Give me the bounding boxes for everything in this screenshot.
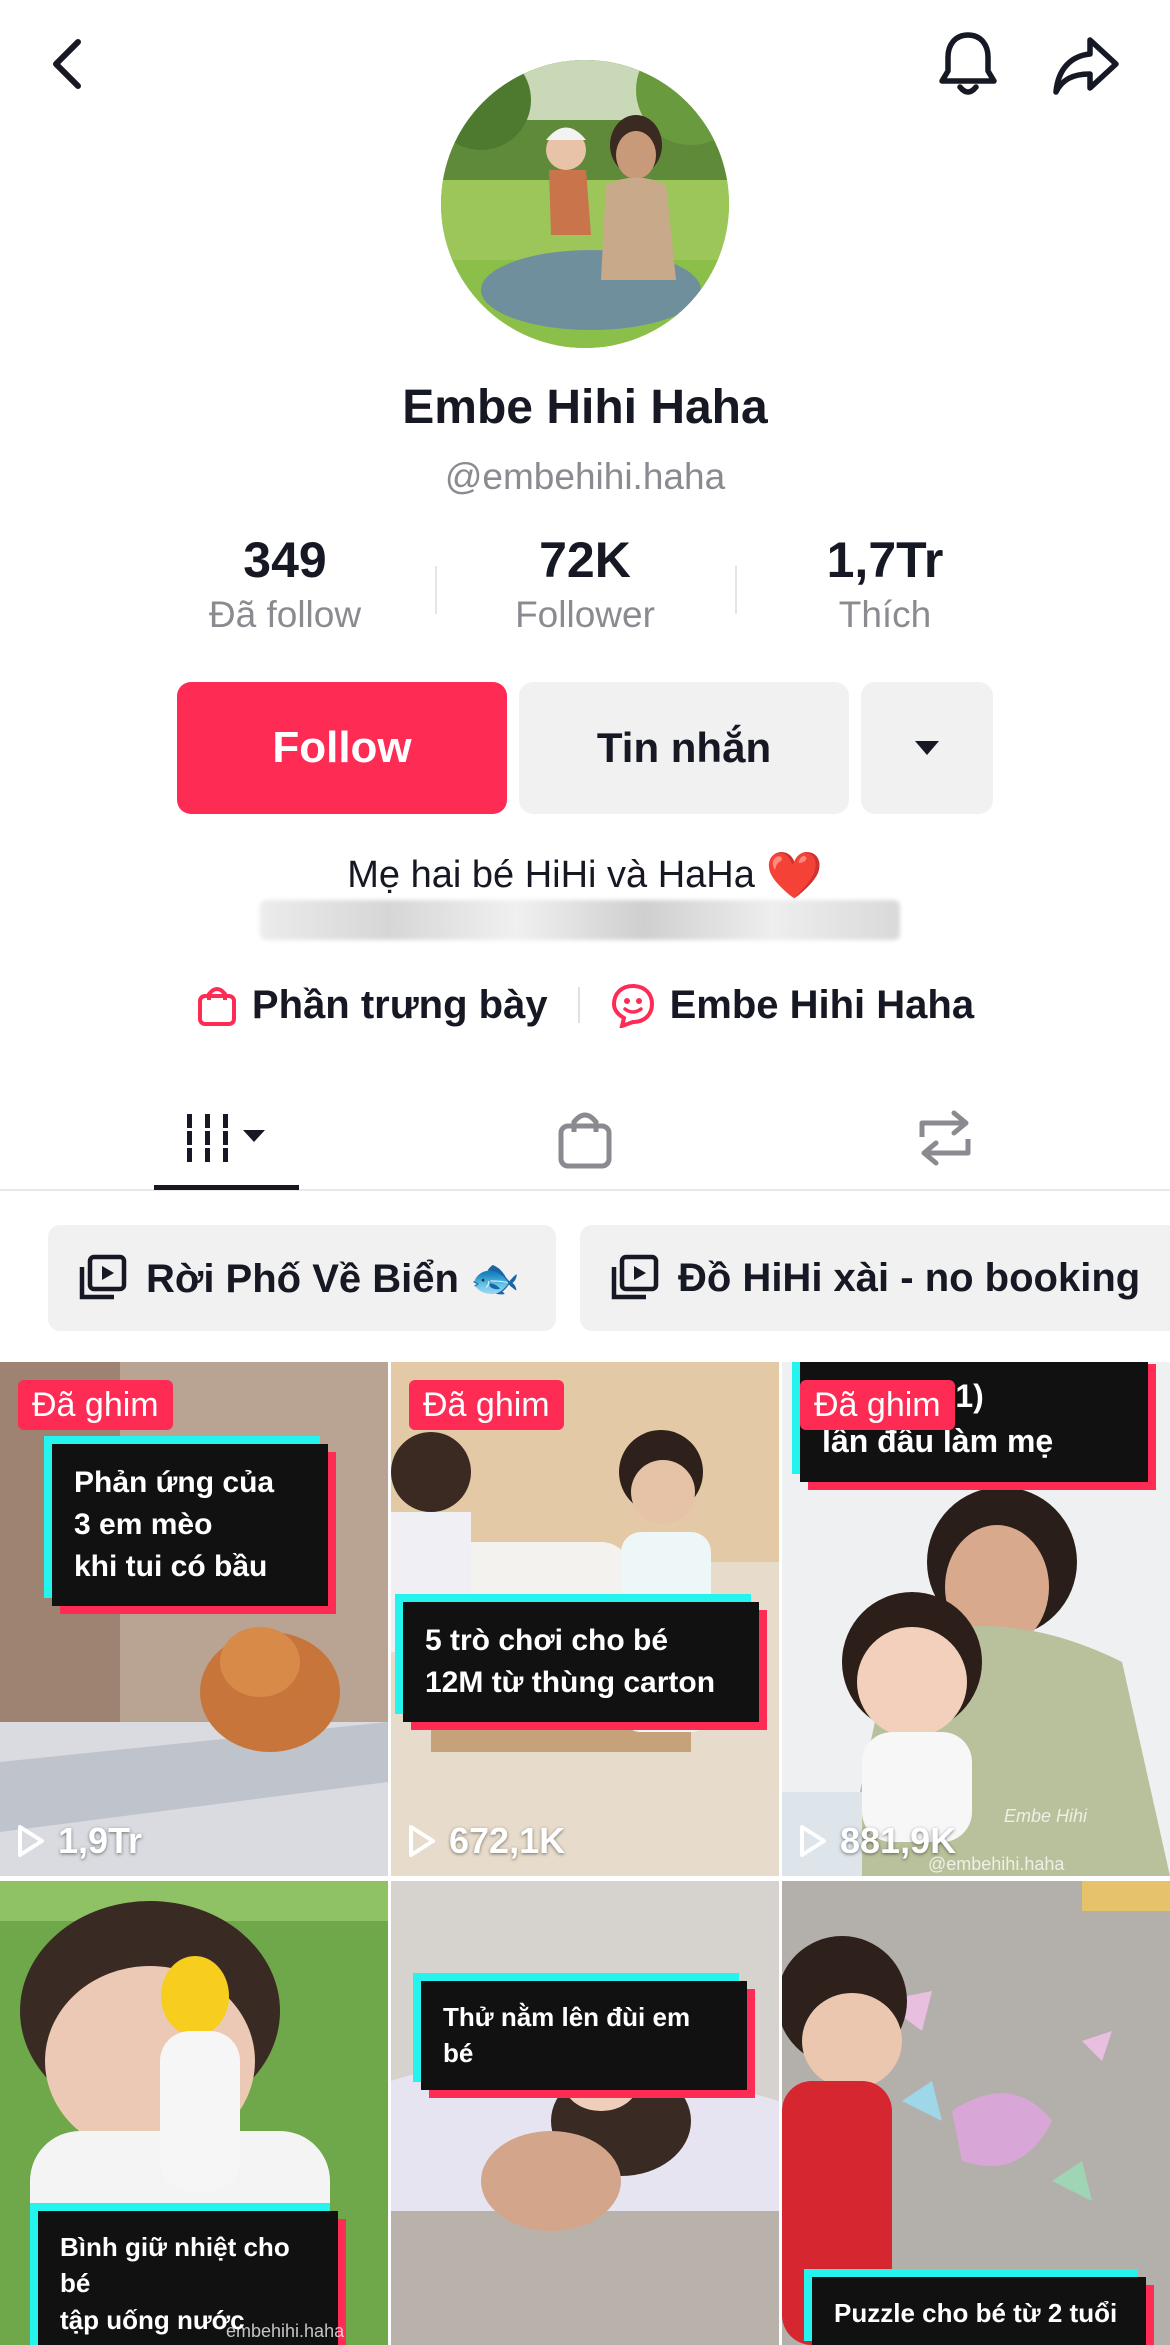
showcase-label: Phần trưng bày — [251, 982, 548, 1027]
profile-avatar[interactable] — [441, 60, 729, 348]
playlist-label: Đồ HiHi xài - no booking — [678, 1255, 1141, 1300]
link-divider — [577, 987, 580, 1023]
bio: Mẹ hai bé HiHi và HaHa ❤️ — [0, 848, 1170, 903]
username: @embehihi.haha — [444, 456, 726, 497]
video-thumbnail[interactable]: Bình giữ nhiệt cho bé tập uống nước embe… — [0, 1881, 388, 2345]
view-count-text: 881,9K — [840, 1820, 957, 1861]
thumbnail-image — [782, 1881, 1170, 2345]
profile-actions: Follow Tin nhắn — [177, 682, 993, 814]
stat-value: 72K — [539, 532, 631, 588]
display-name: Embe Hihi Haha — [402, 381, 768, 434]
play-icon — [800, 1825, 826, 1857]
video-caption: Phản ứng của 3 em mèo khi tui có bầu — [52, 1444, 328, 1606]
message-button[interactable]: Tin nhắn — [519, 682, 849, 814]
stat-label: Đã follow — [208, 594, 362, 635]
bio-text: Mẹ hai bé HiHi và HaHa — [347, 854, 755, 896]
profile-links: Phần trưng bày Embe Hihi Haha — [0, 970, 1170, 1040]
video-watermark: embehihi.haha — [226, 2321, 345, 2341]
playlist-row[interactable]: Rời Phố Về Biển 🐟 Đồ HiHi xài - no booki… — [48, 1225, 1170, 1331]
video-caption: Puzzle cho bé từ 2 tuổi — [812, 2277, 1146, 2345]
stat-value: 1,7Tr — [826, 532, 944, 588]
tab-shop[interactable] — [520, 1085, 650, 1191]
video-thumbnail[interactable]: 5 trò chơi cho bé 12M từ thùng carton Đã… — [391, 1362, 779, 1876]
stat-following[interactable]: 349 Đã follow — [135, 530, 435, 650]
follow-button[interactable]: Follow — [177, 682, 507, 814]
playlist-chip[interactable]: Đồ HiHi xài - no booking — [580, 1225, 1170, 1331]
stat-label: Follower — [515, 594, 655, 635]
more-suggestions-button[interactable] — [861, 682, 993, 814]
back-button[interactable] — [30, 28, 102, 100]
video-caption: 5 trò chơi cho bé 12M từ thùng carton — [403, 1602, 759, 1722]
active-tab-indicator — [154, 1185, 299, 1190]
view-count: 881,9K — [798, 1820, 956, 1862]
video-thumbnail[interactable]: Phản ứng của 3 em mèo khi tui có bầu Đã … — [0, 1362, 388, 1876]
thumbnail-image — [0, 1362, 388, 1876]
bio-emoji: ❤️ — [765, 849, 823, 901]
stat-followers[interactable]: 72K Follower — [435, 530, 735, 650]
shopping-bag-icon — [197, 987, 236, 1026]
view-count: 672,1K — [407, 1820, 565, 1862]
caret-down-icon — [915, 741, 939, 755]
view-count-text: 1,9Tr — [58, 1820, 143, 1861]
videos-grid-icon — [180, 1114, 265, 1162]
video-thumbnail[interactable]: Puzzle cho bé từ 2 tuổi — [782, 1881, 1170, 2345]
play-icon — [18, 1825, 44, 1857]
video-grid: Phản ứng của 3 em mèo khi tui có bầu Đã … — [0, 1362, 1170, 2345]
video-thumbnail[interactable]: ...y ho (P1) lần đầu làm mẹ Đã ghim Embe… — [782, 1362, 1170, 1876]
video-watermark: Embe Hihi — [1004, 1806, 1088, 1826]
playlist-icon — [611, 1254, 659, 1300]
pinned-badge: Đã ghim — [18, 1380, 173, 1430]
view-count: 1,9Tr — [16, 1820, 142, 1862]
content-tabs — [0, 1085, 1170, 1191]
play-icon — [409, 1825, 435, 1857]
tab-reposts[interactable] — [880, 1085, 1010, 1191]
blurred-contact-line — [260, 900, 900, 940]
share-arrow-icon — [1053, 37, 1119, 95]
playlist-icon — [79, 1254, 127, 1300]
profile-stats: 349 Đã follow 72K Follower 1,7Tr Thích — [135, 530, 1035, 650]
repost-icon — [919, 1110, 971, 1166]
stat-value: 349 — [243, 532, 327, 588]
linked-account-link[interactable]: Embe Hihi Haha — [610, 982, 975, 1028]
view-count-text: 672,1K — [449, 1820, 566, 1861]
bell-icon — [939, 32, 997, 95]
notification-bell-button[interactable] — [928, 24, 1008, 104]
playlist-label: Rời Phố Về Biển 🐟 — [146, 1256, 520, 1301]
avatar-photo — [441, 60, 729, 348]
pinned-badge: Đã ghim — [800, 1380, 955, 1430]
playlist-chip[interactable]: Rời Phố Về Biển 🐟 — [48, 1225, 556, 1331]
showcase-link[interactable]: Phần trưng bày — [196, 982, 548, 1028]
smiley-badge-icon — [611, 983, 654, 1028]
shop-bag-icon — [558, 1112, 612, 1169]
thumbnail-image — [391, 1881, 779, 2345]
chevron-left-icon — [53, 39, 81, 89]
video-thumbnail[interactable]: Thử nằm lên đùi em bé — [391, 1881, 779, 2345]
video-caption: Thử nằm lên đùi em bé — [421, 1981, 747, 2090]
tab-videos[interactable] — [154, 1085, 299, 1191]
stat-likes[interactable]: 1,7Tr Thích — [735, 530, 1035, 650]
pinned-badge: Đã ghim — [409, 1380, 564, 1430]
stat-label: Thích — [838, 594, 932, 635]
share-button[interactable] — [1046, 26, 1126, 106]
linked-account-label: Embe Hihi Haha — [669, 982, 975, 1027]
